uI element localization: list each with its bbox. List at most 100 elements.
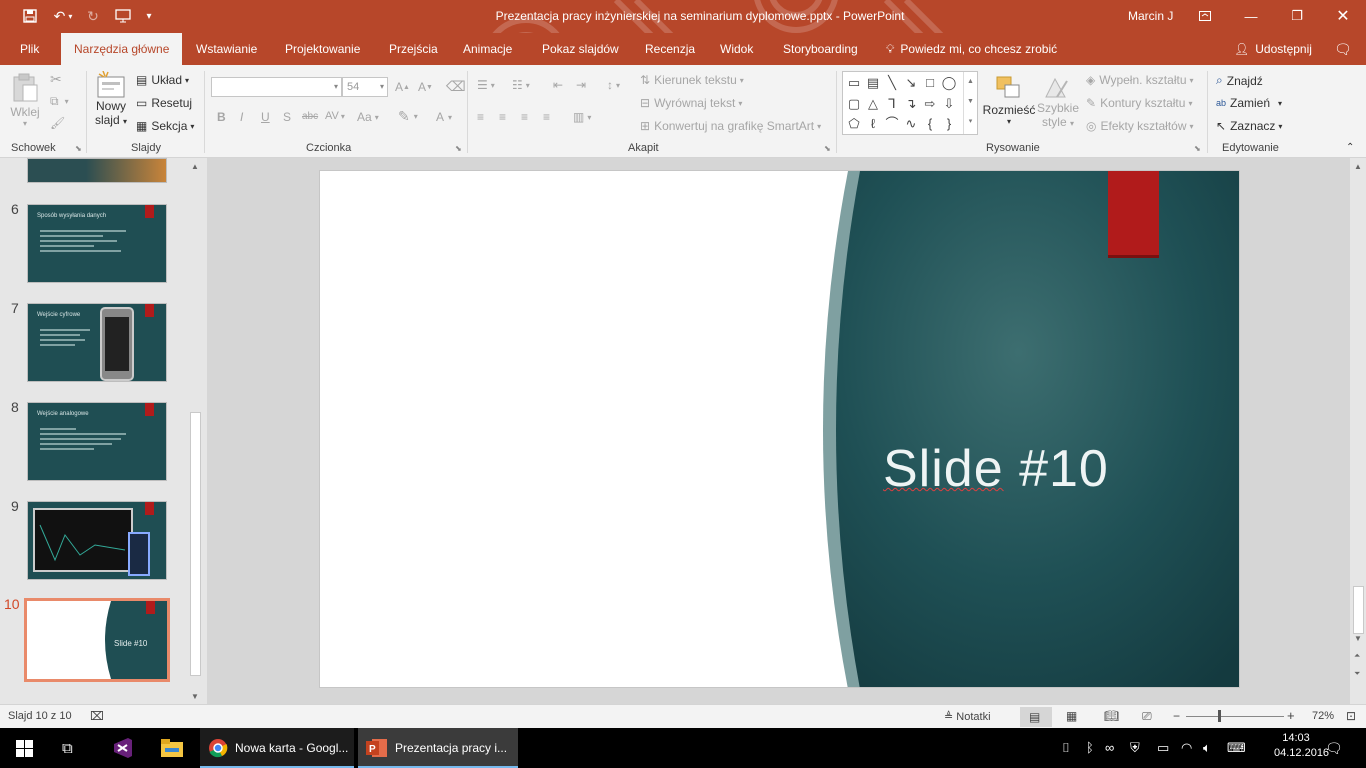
spell-check-icon[interactable]: ⌧ [90, 709, 104, 723]
tab-file[interactable]: Plik [20, 33, 39, 65]
font-name-input[interactable]: ▾ [211, 77, 342, 97]
editor-scrollbar[interactable]: ▲ ▼ ⏶ ⏷ [1350, 158, 1366, 704]
thumbnail-slide-6[interactable]: Sposób wysyłania danych [27, 204, 167, 283]
columns-icon[interactable]: ▥ ▾ [573, 110, 591, 124]
section-button[interactable]: ▦ Sekcja ▾ [136, 119, 194, 133]
change-case-button[interactable]: Aa ▾ [357, 110, 379, 124]
share-button[interactable]: 👤︎ Udostępnij [1234, 33, 1312, 65]
down-arrow-shape-icon[interactable]: ⇩ [941, 96, 957, 112]
tab-design[interactable]: Projektowanie [285, 33, 360, 65]
underline-button[interactable]: U [261, 110, 270, 124]
elbow-arrow-icon[interactable]: ↴ [903, 96, 919, 112]
align-center-icon[interactable]: ≡ [499, 110, 506, 124]
bold-button[interactable]: B [217, 110, 226, 124]
triangle-shape-icon[interactable]: △ [865, 96, 881, 112]
strikethrough-button[interactable]: abc [302, 111, 318, 122]
shape-outline-button[interactable]: ✎ Kontury kształtu ▾ [1086, 96, 1192, 110]
callout-shape-icon[interactable]: ⬠ [846, 116, 862, 132]
decrease-indent-icon[interactable]: ⇤ [553, 78, 563, 92]
tab-view[interactable]: Widok [720, 33, 753, 65]
numbering-icon[interactable]: ☷ ▾ [512, 78, 530, 92]
paste-button[interactable]: Wklej ▾ [10, 73, 40, 128]
shield-icon[interactable]: ⛨ [1130, 740, 1140, 756]
next-slide-icon[interactable]: ⏷ [1354, 669, 1360, 679]
tab-review[interactable]: Recenzja [645, 33, 695, 65]
character-spacing-button[interactable]: AV ▾ [325, 110, 345, 122]
collapse-ribbon-icon[interactable]: ⌃ [1346, 142, 1354, 153]
taskbar-powerpoint[interactable]: P Prezentacja pracy i... [358, 728, 518, 768]
scroll-down-icon[interactable]: ▼ [1354, 634, 1362, 643]
replace-button[interactable]: ab Zamień ▾ [1216, 96, 1282, 110]
font-launcher-icon[interactable]: ⬊ [455, 144, 462, 153]
windows-start-icon[interactable] [16, 728, 34, 768]
elbow-connector-icon[interactable]: ⅂ [884, 96, 900, 112]
current-slide[interactable]: Slide #10 [319, 170, 1240, 688]
file-explorer-icon[interactable] [161, 728, 183, 768]
task-view-icon[interactable]: ⧉ [62, 728, 73, 768]
rectangle-shape-icon[interactable]: ▭ [846, 75, 862, 91]
curve-shape-icon[interactable]: ∿ [903, 116, 919, 132]
thumbnail-slide-8[interactable]: Wejście analogowe [27, 402, 167, 481]
text-direction-button[interactable]: ⇅ Kierunek tekstu ▾ [640, 73, 744, 87]
fit-to-window-icon[interactable]: ⊡ [1346, 709, 1356, 723]
bluetooth-icon[interactable]: ᛒ [1086, 740, 1094, 755]
find-button[interactable]: ⌕ Znajdź [1216, 73, 1263, 88]
previous-slide-icon[interactable]: ⏶ [1354, 651, 1360, 661]
bullets-icon[interactable]: ☰ ▾ [477, 78, 495, 92]
zoom-level[interactable]: 72% [1312, 710, 1334, 722]
zoom-slider[interactable] [1186, 716, 1284, 717]
font-color-button[interactable]: A ▾ [436, 110, 452, 124]
scroll-thumb[interactable] [1353, 586, 1364, 634]
scroll-up-icon[interactable]: ▲ [1354, 162, 1362, 171]
taskbar-chrome[interactable]: Nowa karta - Googl... [200, 728, 354, 768]
ribbon-display-options-icon[interactable] [1182, 0, 1228, 32]
align-right-icon[interactable]: ≡ [521, 110, 528, 124]
undo-icon[interactable]: ↶ ▾ [48, 6, 78, 26]
notes-button[interactable]: ≜ Notatki [944, 710, 991, 723]
redo-icon[interactable]: ↻ [84, 6, 102, 26]
reset-button[interactable]: ▭ Resetuj [136, 96, 192, 110]
slideshow-view-icon[interactable]: ⎚ [1142, 709, 1152, 724]
arc-shape-icon[interactable]: ⌒ [884, 116, 900, 132]
slide-title[interactable]: Slide #10 [883, 439, 1109, 499]
reading-view-icon[interactable]: 📖︎ [1104, 709, 1119, 723]
copy-icon[interactable]: ⧉ ▾ [50, 94, 69, 109]
user-name[interactable]: Marcin J [1128, 9, 1173, 23]
font-size-input[interactable]: 54 ▾ [342, 77, 388, 97]
right-arrow-shape-icon[interactable]: ⇨ [922, 96, 938, 112]
square-shape-icon[interactable]: □ [922, 75, 938, 91]
volume-icon[interactable]: 🔈︎ [1203, 740, 1211, 756]
layout-button[interactable]: ▤ Układ ▾ [136, 73, 189, 87]
shapes-scroll[interactable]: ▲ ▼ ▾ [963, 72, 977, 134]
save-icon[interactable] [20, 6, 40, 26]
paragraph-launcher-icon[interactable]: ⬊ [824, 144, 831, 153]
wifi-icon[interactable]: ◠ [1181, 740, 1192, 756]
rounded-rect-shape-icon[interactable]: ▢ [846, 96, 862, 112]
thumbnail-slide-5-partial[interactable] [27, 158, 167, 183]
justify-icon[interactable]: ≡ [543, 110, 550, 124]
restore-icon[interactable]: ❐ [1274, 0, 1320, 32]
align-text-button[interactable]: ⊟ Wyrównaj tekst ▾ [640, 96, 742, 110]
tab-transitions[interactable]: Przejścia [389, 33, 438, 65]
normal-view-button[interactable]: ▤ [1020, 707, 1052, 727]
thumbnails-scrollbar[interactable]: ▲ ▼ [188, 160, 203, 704]
start-slideshow-icon[interactable] [112, 6, 134, 26]
keyboard-icon[interactable]: ⌨ [1227, 740, 1246, 756]
battery-icon[interactable]: ▭ [1157, 740, 1169, 756]
textbox-shape-icon[interactable]: ▤ [865, 75, 881, 91]
freeform-shape-icon[interactable]: ℓ [865, 116, 881, 132]
increase-font-icon[interactable]: A ▲ [395, 80, 410, 94]
quick-styles-button[interactable]: Szybkie style ▾ [1037, 75, 1079, 129]
smartart-button[interactable]: ⊞ Konwertuj na grafikę SmartArt ▾ [640, 119, 821, 133]
thumbnail-slide-10[interactable]: Slide #10 [24, 598, 170, 682]
drawing-launcher-icon[interactable]: ⬊ [1194, 144, 1201, 153]
arrange-button[interactable]: Rozmieść ▾ [983, 75, 1035, 126]
visual-studio-icon[interactable] [112, 728, 134, 768]
zoom-slider-handle[interactable] [1218, 710, 1221, 722]
tab-animations[interactable]: Animacje [463, 33, 512, 65]
zoom-in-icon[interactable]: + [1287, 708, 1295, 723]
tab-home[interactable]: Narzędzia główne [61, 33, 183, 65]
notifications-icon[interactable]: 🗨︎ [1325, 740, 1343, 757]
shape-effects-button[interactable]: ◎ Efekty kształtów ▾ [1086, 119, 1194, 133]
customize-qat-icon[interactable]: ▾ [142, 6, 156, 26]
